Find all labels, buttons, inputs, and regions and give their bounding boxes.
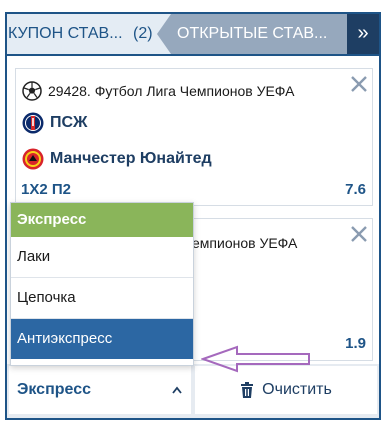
bet-type-label: Экспресс [17,381,91,398]
bet-slip-tabs: КУПОН СТАВ... (2) ОТКРЫТЫЕ СТАВ... » [7,14,379,56]
bet-type-dropdown: Экспресс Лаки Цепочка Антиэкспресс [10,202,194,366]
chevron-up-icon [171,366,183,418]
team-away-name: Манчестер Юнайтед [50,150,212,167]
team-away: Манчестер Юнайтед [22,147,212,171]
annotation-arrow-icon [201,345,310,373]
bet-odds: 7.6 [345,181,366,198]
dropdown-option-antiexpress[interactable]: Антиэкспресс [11,319,193,359]
trash-icon [241,382,254,398]
league-name: емпионов УЕФА [192,235,298,251]
tab-coupon-label: КУПОН СТАВ... [8,25,123,42]
bet-odds: 1.9 [345,335,366,352]
dropdown-option-chain[interactable]: Цепочка [11,278,193,319]
league-row: емпионов УЕФА [186,233,297,253]
tab-coupon-count: (2) [133,25,153,42]
bet-slip-footer: Экспресс Очистить [7,364,379,418]
team-home: ПСЖ [22,111,88,135]
soccer-ball-icon [22,81,42,101]
tabs-more-button[interactable]: » [347,14,379,54]
tabs-divider [7,54,379,56]
bet-card: 29428. Футбол Лига Чемпионов УЕФА ПСЖ Ма… [15,68,373,206]
league-name: 29428. Футбол Лига Чемпионов УЕФА [48,83,295,99]
tab-open-bets[interactable]: ОТКРЫТЫЕ СТАВ... [157,14,353,54]
bet-market: 1X2 П2 [21,181,71,198]
dropdown-option-lucky[interactable]: Лаки [11,237,193,278]
team-home-name: ПСЖ [50,114,88,131]
dropdown-option-express[interactable]: Экспресс [11,203,193,237]
psg-logo-icon [22,112,44,134]
double-chevron-right-icon: » [357,22,369,44]
tab-open-bets-label: ОТКРЫТЫЕ СТАВ... [177,25,328,42]
close-icon[interactable] [350,75,368,93]
tab-coupon[interactable]: КУПОН СТАВ... (2) [7,14,167,54]
bet-slip-panel: КУПОН СТАВ... (2) ОТКРЫТЫЕ СТАВ... » 294… [5,12,381,420]
bet-type-select[interactable]: Экспресс [9,366,191,414]
close-icon[interactable] [350,225,368,243]
man-united-logo-icon [22,148,44,170]
league-row: 29428. Футбол Лига Чемпионов УЕФА [22,81,294,101]
